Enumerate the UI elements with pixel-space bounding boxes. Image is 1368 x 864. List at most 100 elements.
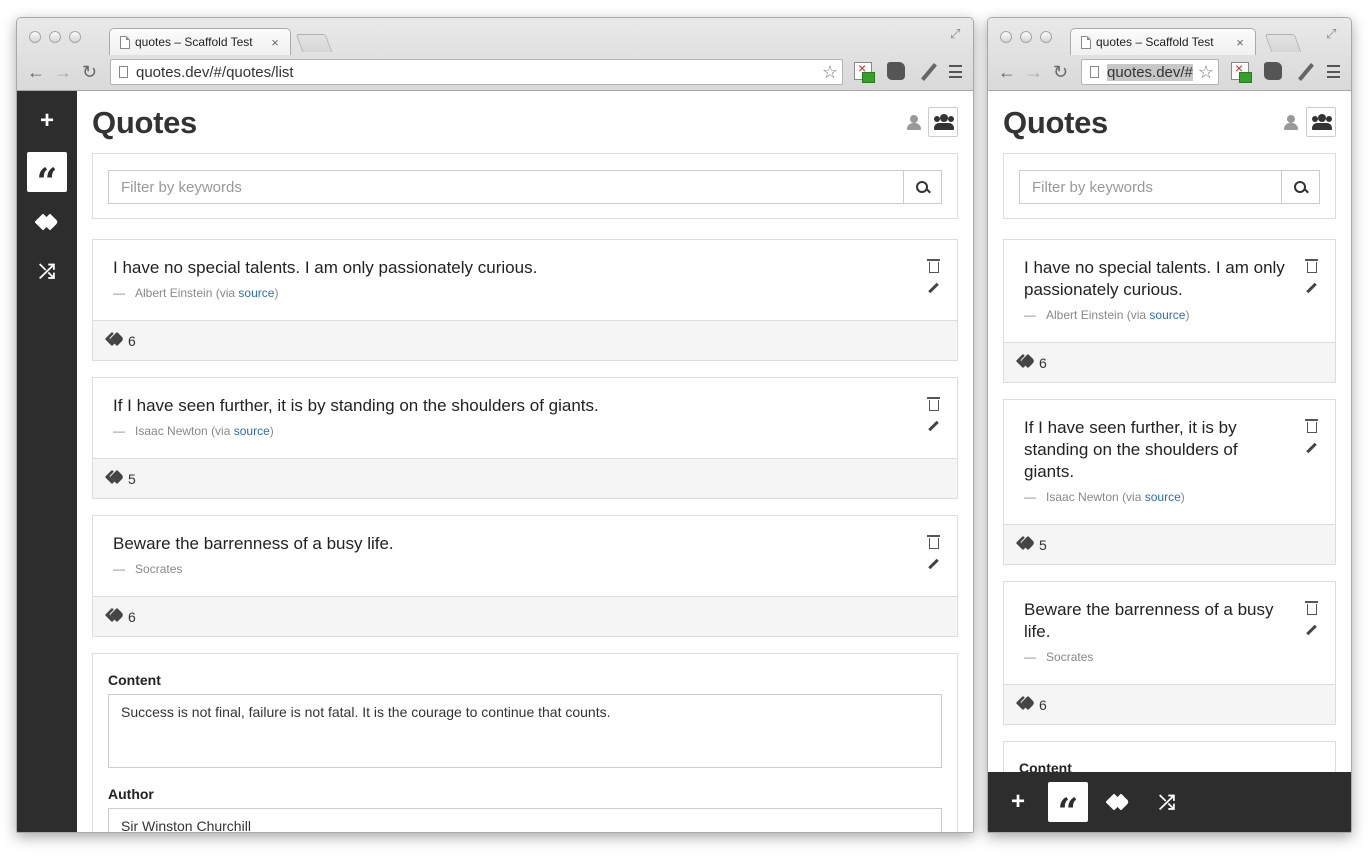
browser-chrome: quotes – Scaffold Test × ⤢ ← → ↻ quotes.… (988, 18, 1351, 91)
menu-icon[interactable] (1327, 65, 1340, 78)
close-window-button[interactable] (29, 31, 41, 43)
quote-author: — Isaac Newton (via source) (1024, 490, 1185, 504)
back-icon[interactable]: ← (998, 63, 1016, 81)
nav-add-button[interactable]: + (998, 782, 1038, 822)
author-name: Isaac Newton (1046, 490, 1119, 504)
evernote-icon[interactable] (1264, 62, 1282, 80)
quote-author: — Socrates (1024, 650, 1094, 664)
browser-chrome: quotes – Scaffold Test × ⤢ ← → ↻ quotes.… (17, 18, 973, 91)
tag-count: 5 (128, 471, 136, 487)
tag-count: 5 (1039, 537, 1047, 553)
sidebar-quotes-button[interactable]: “ (27, 152, 67, 200)
pencil-icon[interactable] (1306, 282, 1317, 294)
fullscreen-icon[interactable]: ⤢ (1326, 26, 1336, 42)
search-group (1019, 170, 1320, 204)
tags-icon (36, 214, 58, 230)
author-input[interactable]: Sir Winston Churchill (108, 808, 942, 832)
fullscreen-icon[interactable]: ⤢ (950, 26, 960, 42)
quote-author: — Albert Einstein (via source) (1024, 308, 1190, 322)
tab-close-icon[interactable]: × (1231, 35, 1249, 50)
new-quote-form: Content Success is not final, failure is… (92, 653, 958, 832)
page-content: + “ ⤮ Quotes I have no special talents. … (17, 91, 973, 832)
new-tab-button[interactable] (295, 34, 333, 52)
sidebar-tags-button[interactable] (27, 202, 67, 242)
content-label: Content (108, 672, 161, 688)
tab-close-icon[interactable]: × (266, 35, 284, 50)
search-input[interactable] (1020, 171, 1281, 203)
evernote-icon[interactable] (887, 62, 905, 80)
back-icon[interactable]: ← (27, 63, 45, 81)
forward-icon[interactable]: → (54, 63, 72, 81)
reload-icon[interactable]: ↻ (82, 63, 97, 81)
content-textarea[interactable]: Success is not final, failure is not fat… (108, 694, 942, 768)
author-name: Isaac Newton (135, 424, 208, 438)
source-link[interactable]: source (234, 424, 270, 438)
pencil-icon[interactable] (928, 420, 939, 432)
group-icon (940, 114, 948, 122)
window-controls (29, 31, 81, 43)
extension-icon[interactable] (1231, 60, 1252, 83)
source-link[interactable]: source (1145, 490, 1181, 504)
sidebar-shuffle-button[interactable]: ⤮ (27, 251, 67, 291)
tags-icon (107, 334, 123, 346)
zoom-window-button[interactable] (1040, 31, 1052, 43)
new-tab-button[interactable] (1264, 34, 1302, 52)
quote-author: — Socrates (113, 562, 183, 576)
quote-text: If I have seen further, it is by standin… (1024, 418, 1238, 481)
bookmark-star-icon[interactable]: ☆ (1195, 62, 1214, 83)
quote-card: Beware the barrenness of a busy life. — … (1003, 581, 1336, 725)
plus-icon: + (39, 107, 54, 134)
nav-shuffle-button[interactable]: ⤮ (1147, 782, 1187, 822)
trash-icon[interactable] (1305, 601, 1318, 615)
source-link[interactable]: source (238, 286, 274, 300)
close-window-button[interactable] (1000, 31, 1012, 43)
address-bar[interactable]: quotes.dev/#/quotes/list ☆ (110, 59, 843, 85)
minimize-window-button[interactable] (49, 31, 61, 43)
eyedropper-icon[interactable] (1296, 62, 1314, 81)
trash-icon[interactable] (927, 535, 940, 549)
nav-tags-button[interactable] (1098, 782, 1138, 822)
sidebar-add-button[interactable]: + (27, 101, 67, 141)
browser-tab[interactable]: quotes – Scaffold Test × (1070, 28, 1256, 55)
sidebar: + “ ⤮ (17, 91, 77, 832)
source-link[interactable]: source (1149, 308, 1185, 322)
search-icon[interactable] (903, 171, 941, 203)
pencil-icon[interactable] (1306, 624, 1317, 636)
browser-tab[interactable]: quotes – Scaffold Test × (109, 28, 291, 55)
bookmark-star-icon[interactable]: ☆ (819, 62, 838, 83)
nav-quotes-button[interactable]: “ (1048, 782, 1088, 830)
pencil-icon[interactable] (1306, 442, 1317, 454)
quote-card: If I have seen further, it is by standin… (92, 377, 958, 499)
trash-icon[interactable] (1305, 259, 1318, 273)
eyedropper-icon[interactable] (919, 62, 937, 81)
shuffle-icon: ⤮ (1159, 790, 1175, 814)
user-icon[interactable] (907, 115, 921, 131)
plus-icon: + (1010, 788, 1025, 815)
group-button[interactable] (1306, 107, 1336, 137)
tag-count: 6 (1039, 697, 1047, 713)
author-name: Socrates (135, 562, 183, 576)
pencil-icon[interactable] (928, 282, 939, 294)
search-icon[interactable] (1281, 171, 1319, 203)
trash-icon[interactable] (927, 259, 940, 273)
user-icon[interactable] (1284, 115, 1298, 131)
trash-icon[interactable] (927, 397, 940, 411)
minimize-window-button[interactable] (1020, 31, 1032, 43)
window-controls (1000, 31, 1052, 43)
quote-footer: 6 (93, 320, 957, 360)
forward-icon[interactable]: → (1025, 63, 1043, 81)
group-button[interactable] (928, 107, 958, 137)
reload-icon[interactable]: ↻ (1053, 63, 1068, 81)
search-input[interactable] (109, 171, 903, 203)
quote-footer: 6 (93, 596, 957, 636)
quote-footer: 6 (1004, 684, 1335, 724)
quote-card: If I have seen further, it is by standin… (1003, 399, 1336, 565)
address-bar[interactable]: quotes.dev/# ☆ (1081, 59, 1219, 85)
page-title: Quotes (92, 105, 197, 140)
menu-icon[interactable] (949, 65, 962, 78)
extension-icon[interactable] (854, 60, 875, 83)
pencil-icon[interactable] (928, 558, 939, 570)
search-panel (92, 153, 958, 219)
trash-icon[interactable] (1305, 419, 1318, 433)
zoom-window-button[interactable] (69, 31, 81, 43)
